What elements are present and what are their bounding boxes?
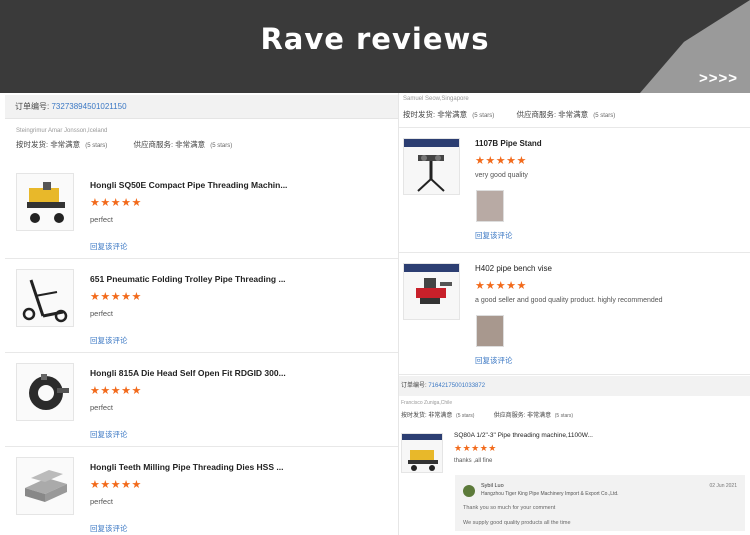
product-thumbnail[interactable] xyxy=(16,269,74,327)
product-thumbnail[interactable] xyxy=(401,433,443,473)
service-label: 供应商服务: xyxy=(516,110,557,119)
product-title[interactable]: SQ80A 1/2"-3" Pipe threading machine,110… xyxy=(454,432,593,439)
service-stars: (5 stars) xyxy=(554,413,574,419)
review-item: Hongli 815A Die Head Self Open Fit RDGID… xyxy=(5,353,398,447)
reply-link[interactable]: 回复该评论 xyxy=(90,523,128,534)
product-title[interactable]: Hongli SQ50E Compact Pipe Threading Mach… xyxy=(90,180,287,190)
service-label: 供应商服务: xyxy=(493,413,526,419)
order-number[interactable]: 71642175001033872 xyxy=(428,383,485,389)
review-text: thanks ,all fine xyxy=(454,458,493,464)
ship-label: 按时发货: xyxy=(401,413,427,419)
service-value: 非常满意 xyxy=(527,413,552,419)
review-item: 1107B Pipe Stand ★★★★★ very good quality… xyxy=(399,128,750,253)
order-number[interactable]: 73273894501021150 xyxy=(51,102,126,111)
rating-stars: ★★★★★ xyxy=(475,280,527,292)
seller-company: Hangzhou Tiger King Pipe Machinery Impor… xyxy=(481,491,619,497)
product-thumbnail[interactable] xyxy=(16,457,74,515)
order-header: 订单编号: 73273894501021150 xyxy=(5,95,398,119)
ship-stars: (5 stars) xyxy=(456,413,475,419)
product-thumbnail[interactable] xyxy=(403,263,460,320)
supplier-ratings: 按时发货: 非常满意 (5 stars) 供应商服务: 非常满意 (5 star… xyxy=(16,139,398,150)
review-panel-left: 订单编号: 73273894501021150 Steingrimur Amar… xyxy=(5,95,398,535)
product-thumbnail[interactable] xyxy=(16,363,74,421)
seller-name: Sybil Luo xyxy=(481,483,504,489)
product-title[interactable]: 651 Pneumatic Folding Trolley Pipe Threa… xyxy=(90,274,286,284)
buyer-name: Steingrimur Amar Jonsson,Iceland xyxy=(16,128,108,134)
seller-avatar xyxy=(463,485,475,497)
review-text: a good seller and good quality product. … xyxy=(475,297,663,304)
rating-stars: ★★★★★ xyxy=(90,479,142,491)
ship-label: 按时发货: xyxy=(403,110,436,119)
ship-value: 非常满意 xyxy=(437,110,468,119)
reply-link[interactable]: 回复该评论 xyxy=(90,335,128,346)
service-label: 供应商服务: xyxy=(133,140,174,149)
review-item: Hongli SQ50E Compact Pipe Threading Mach… xyxy=(5,165,398,259)
supplier-ratings: 按时发货: 非常满意 (5 stars) 供应商服务: 非常满意 (5 star… xyxy=(401,410,573,419)
review-panel-right: Samuel Seow,Singapore 按时发货: 非常满意 (5 star… xyxy=(398,93,750,535)
review-photo[interactable] xyxy=(476,315,504,347)
ship-stars: (5 stars) xyxy=(85,143,108,149)
service-stars: (5 stars) xyxy=(210,143,233,149)
order-header: 订单编号: 71642175001033872 xyxy=(399,376,750,396)
ship-label: 按时发货: xyxy=(16,140,49,149)
service-value: 非常满意 xyxy=(558,110,589,119)
reply-link[interactable]: 回复该评论 xyxy=(90,241,128,252)
product-title[interactable]: 1107B Pipe Stand xyxy=(475,139,542,148)
product-title[interactable]: Hongli 815A Die Head Self Open Fit RDGID… xyxy=(90,368,286,378)
reply-link[interactable]: 回复该评论 xyxy=(475,230,513,241)
more-reviews-link[interactable]: >>>> xyxy=(699,70,738,87)
reply-text: We supply good quality products all the … xyxy=(463,520,571,526)
ship-stars: (5 stars) xyxy=(472,113,495,119)
review-item: 651 Pneumatic Folding Trolley Pipe Threa… xyxy=(5,259,398,353)
ship-value: 非常满意 xyxy=(428,413,453,419)
review-photo[interactable] xyxy=(476,190,504,222)
reply-link[interactable]: 回复该评论 xyxy=(90,429,128,440)
product-thumbnail[interactable] xyxy=(403,138,460,195)
page-title: Rave reviews xyxy=(260,22,490,56)
review-meta: Steingrimur Amar Jonsson,Iceland 按时发货: 非… xyxy=(5,128,398,150)
review-text: perfect xyxy=(90,497,113,506)
review-item: H402 pipe bench vise ★★★★★ a good seller… xyxy=(399,253,750,375)
review-text: very good quality xyxy=(475,172,528,179)
service-stars: (5 stars) xyxy=(593,113,616,119)
rating-stars: ★★★★★ xyxy=(475,155,527,167)
review-text: perfect xyxy=(90,215,113,224)
rating-stars: ★★★★★ xyxy=(90,291,142,303)
rating-stars: ★★★★★ xyxy=(454,443,497,453)
product-title[interactable]: H402 pipe bench vise xyxy=(475,264,552,273)
rating-stars: ★★★★★ xyxy=(90,385,142,397)
buyer-name: Francisco Zuniga,Chile xyxy=(401,400,453,406)
product-title[interactable]: Hongli Teeth Milling Pipe Threading Dies… xyxy=(90,462,283,472)
seller-reply: Sybil Luo Hangzhou Tiger King Pipe Machi… xyxy=(455,475,745,531)
header-banner: Rave reviews >>>> xyxy=(0,0,750,93)
product-thumbnail[interactable] xyxy=(16,173,74,231)
reply-link[interactable]: 回复该评论 xyxy=(475,355,513,366)
review-text: perfect xyxy=(90,309,113,318)
review-item: Hongli Teeth Milling Pipe Threading Dies… xyxy=(5,447,398,535)
order-label: 订单编号: xyxy=(15,102,50,111)
reply-date: 02 Jun 2021 xyxy=(709,483,737,489)
reply-text: Thank you so much for your comment xyxy=(463,505,556,511)
order-label: 订单编号: xyxy=(401,383,427,389)
buyer-name: Samuel Seow,Singapore xyxy=(403,96,469,102)
review-text: perfect xyxy=(90,403,113,412)
rating-stars: ★★★★★ xyxy=(90,197,142,209)
ship-value: 非常满意 xyxy=(50,140,81,149)
service-value: 非常满意 xyxy=(175,140,206,149)
supplier-ratings: 按时发货: 非常满意 (5 stars) 供应商服务: 非常满意 (5 star… xyxy=(403,109,615,120)
